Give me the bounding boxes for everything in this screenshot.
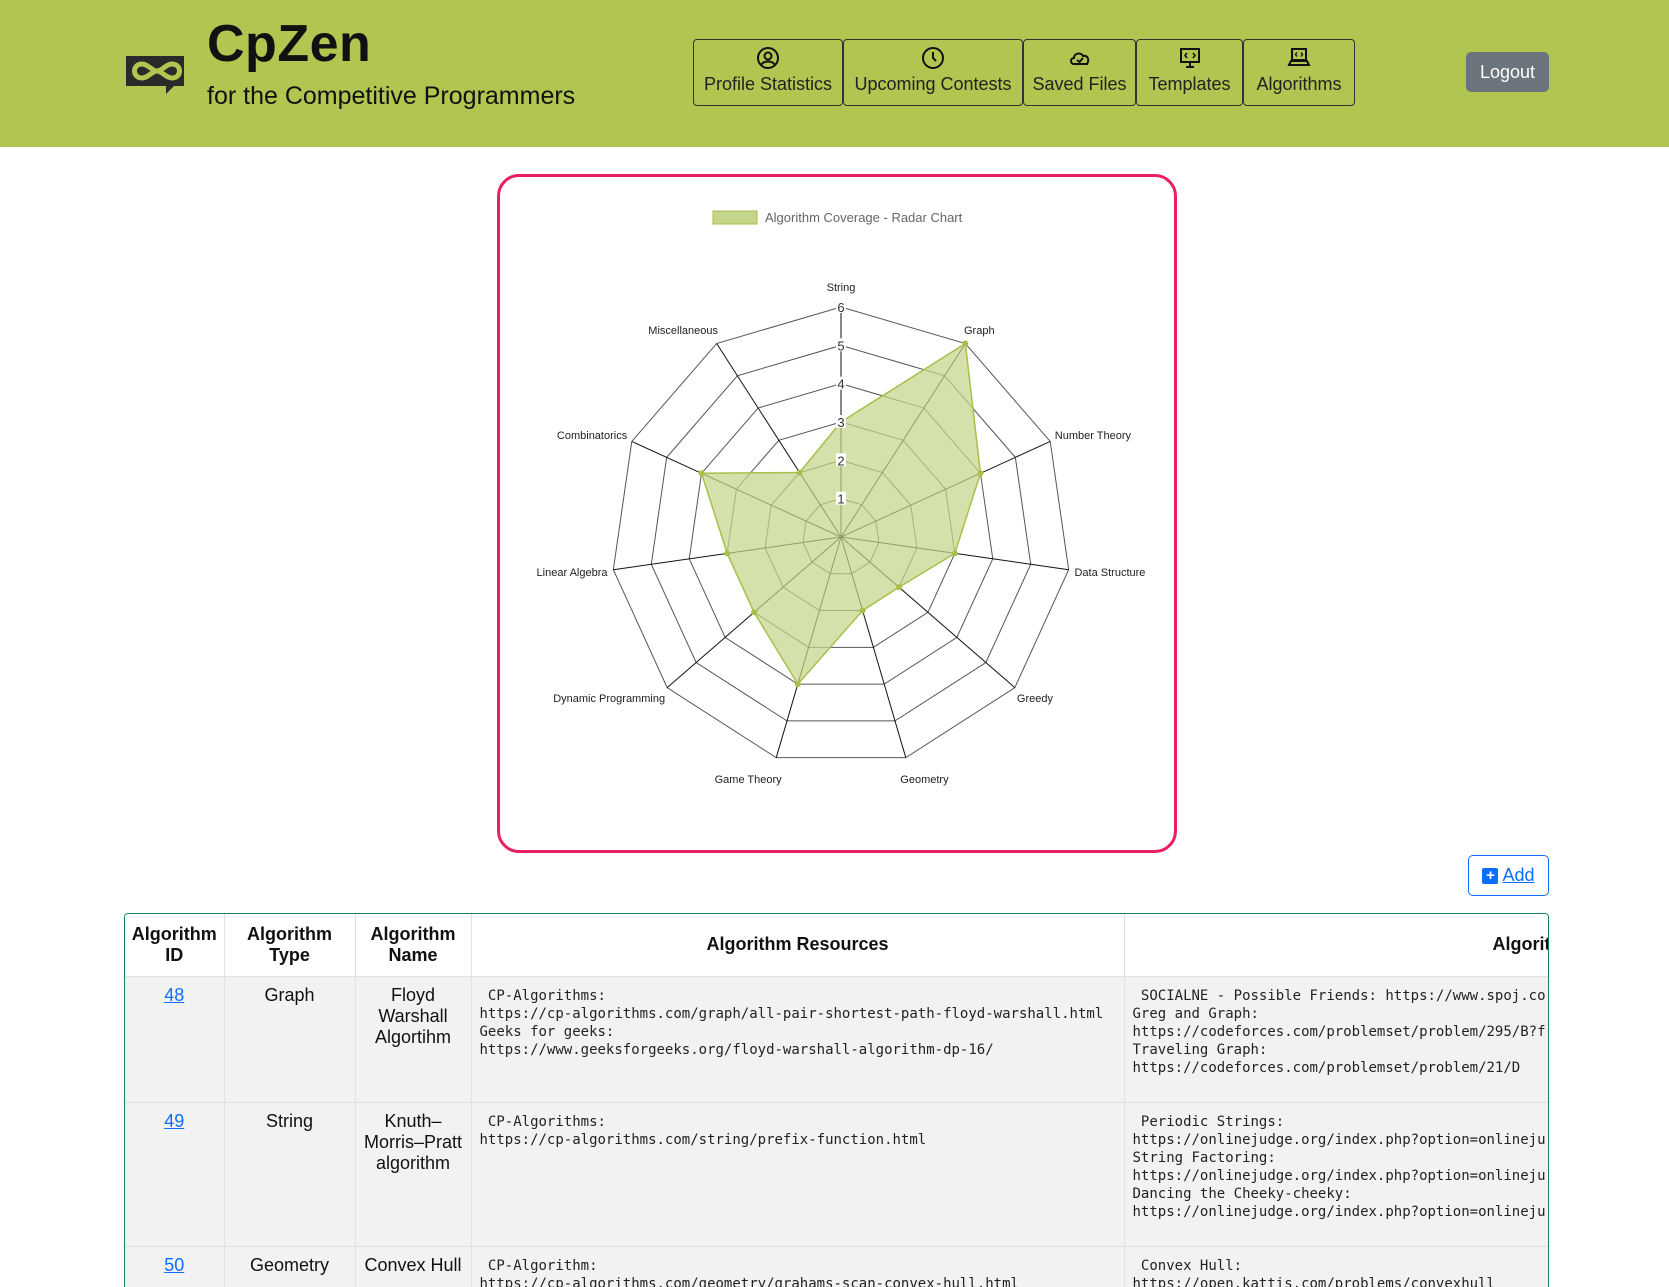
data-point xyxy=(796,469,803,476)
algorithm-resources-cell: CP-Algorithms: https://cp-algorithms.com… xyxy=(471,1102,1125,1247)
algorithm-name-cell: Knuth–Morris–Pratt algorithm xyxy=(355,1102,472,1247)
category-label: Data Structure xyxy=(1074,567,1145,579)
plus-icon: + xyxy=(1482,867,1499,884)
algorithm-resources-cell: CP-Algorithm: https://cp-algorithms.com/… xyxy=(471,1246,1125,1287)
tick-label: 1 xyxy=(837,492,844,507)
header-algorithm-name: Algorithm Name xyxy=(355,914,472,977)
nav-label: Templates xyxy=(1148,74,1231,94)
tick-label: 3 xyxy=(837,415,844,430)
category-label: Greedy xyxy=(1017,693,1054,705)
brand-subtitle: for the Competitive Programmers xyxy=(207,82,576,110)
brand-title: CpZen xyxy=(207,15,372,73)
table-row: 49 String Knuth–Morris–Pratt algorithm C… xyxy=(125,1102,1548,1247)
nav-algorithms[interactable]: Algorithms xyxy=(1243,39,1355,106)
legend-label: Algorithm Coverage - Radar Chart xyxy=(765,210,963,225)
tick-label: 5 xyxy=(837,338,844,353)
tick-label: 6 xyxy=(837,300,844,315)
algorithm-id-link[interactable]: 49 xyxy=(164,1111,184,1131)
laptop-code-icon xyxy=(1287,48,1311,66)
data-point xyxy=(724,550,731,557)
table-row: 50 Geometry Convex Hull CP-Algorithm: ht… xyxy=(125,1246,1548,1287)
cloud-check-icon xyxy=(1069,52,1089,65)
nav-templates[interactable]: Templates xyxy=(1136,39,1243,106)
algorithm-type-cell: Geometry xyxy=(224,1246,356,1287)
algorithm-problems-cell: SOCIALNE - Possible Friends: https://www… xyxy=(1124,976,1548,1103)
algorithm-problems-cell: Periodic Strings: https://onlinejudge.or… xyxy=(1124,1102,1548,1247)
logout-button[interactable]: Logout xyxy=(1466,52,1549,92)
algorithm-name-cell: Floyd Warshall Algortihm xyxy=(355,976,472,1103)
nav-label: Upcoming Contests xyxy=(854,74,1012,94)
add-button-label: Add xyxy=(1502,865,1535,885)
header-algorithm-id: Algorithm ID xyxy=(125,914,225,977)
algorithm-id-cell: 48 xyxy=(125,976,225,1103)
header-algorithm-resources: Algorithm Resources xyxy=(471,914,1125,977)
clock-icon xyxy=(922,47,944,69)
nav-profile-statistics[interactable]: Profile Statistics xyxy=(693,39,843,106)
legend-swatch xyxy=(712,210,758,225)
data-point xyxy=(859,607,866,614)
user-circle-icon xyxy=(757,47,779,69)
data-point xyxy=(977,470,984,477)
category-label: Dynamic Programming xyxy=(553,693,665,705)
algorithm-type-cell: Graph xyxy=(224,976,356,1103)
data-point xyxy=(794,681,801,688)
category-label: Combinatorics xyxy=(557,430,628,442)
radar-chart: Algorithm Coverage - Radar Chart 1 2 3 4 5 6 St… xyxy=(537,210,1146,786)
category-label: Miscellaneous xyxy=(648,325,718,337)
add-button[interactable]: + Add xyxy=(1468,855,1549,896)
header-algorithm-problems: Algorithm Problems xyxy=(1124,914,1548,977)
algorithm-name-cell: Convex Hull xyxy=(355,1246,472,1287)
nav-label: Profile Statistics xyxy=(703,74,833,94)
header-algorithm-type: Algorithm Type xyxy=(224,914,356,977)
cpzen-logo-icon[interactable] xyxy=(122,48,192,96)
category-label: String xyxy=(827,282,856,294)
data-point xyxy=(751,609,758,616)
algorithm-id-cell: 49 xyxy=(125,1102,225,1247)
top-navbar: CpZen for the Competitive Programmers Pr… xyxy=(0,0,1669,147)
category-label: Geometry xyxy=(900,774,949,786)
data-point xyxy=(962,340,969,347)
algorithm-id-link[interactable]: 50 xyxy=(164,1255,184,1275)
nav-label: Algorithms xyxy=(1256,74,1342,94)
data-point xyxy=(951,550,958,557)
algorithms-table: Algorithm ID Algorithm Type Algorithm Na… xyxy=(124,913,1549,1287)
category-label: Game Theory xyxy=(715,774,783,786)
nav-upcoming-contests[interactable]: Upcoming Contests xyxy=(843,39,1023,106)
table-row: 48 Graph Floyd Warshall Algortihm CP-Alg… xyxy=(125,976,1548,1103)
category-label: Linear Algebra xyxy=(537,567,609,579)
algorithm-type-cell: String xyxy=(224,1102,356,1247)
nav-label: Saved Files xyxy=(1032,74,1127,94)
category-label: Number Theory xyxy=(1055,430,1132,442)
algorithm-id-cell: 50 xyxy=(125,1246,225,1287)
radar-chart-card: Algorithm Coverage - Radar Chart 1 2 3 4 5 6 St… xyxy=(497,174,1177,853)
algorithm-problems-cell: Convex Hull: https://open.kattis.com/pro… xyxy=(1124,1246,1548,1287)
category-label: Graph xyxy=(964,325,995,337)
algorithm-id-link[interactable]: 48 xyxy=(164,985,184,1005)
tick-label: 2 xyxy=(837,453,844,468)
tick-label: 4 xyxy=(837,377,844,392)
nav-saved-files[interactable]: Saved Files xyxy=(1023,39,1136,106)
data-point xyxy=(895,584,902,591)
algorithm-resources-cell: CP-Algorithms: https://cp-algorithms.com… xyxy=(471,976,1125,1103)
table-header-row: Algorithm ID Algorithm Type Algorithm Na… xyxy=(125,914,1548,977)
data-point xyxy=(698,470,705,477)
monitor-code-icon xyxy=(1179,48,1200,68)
